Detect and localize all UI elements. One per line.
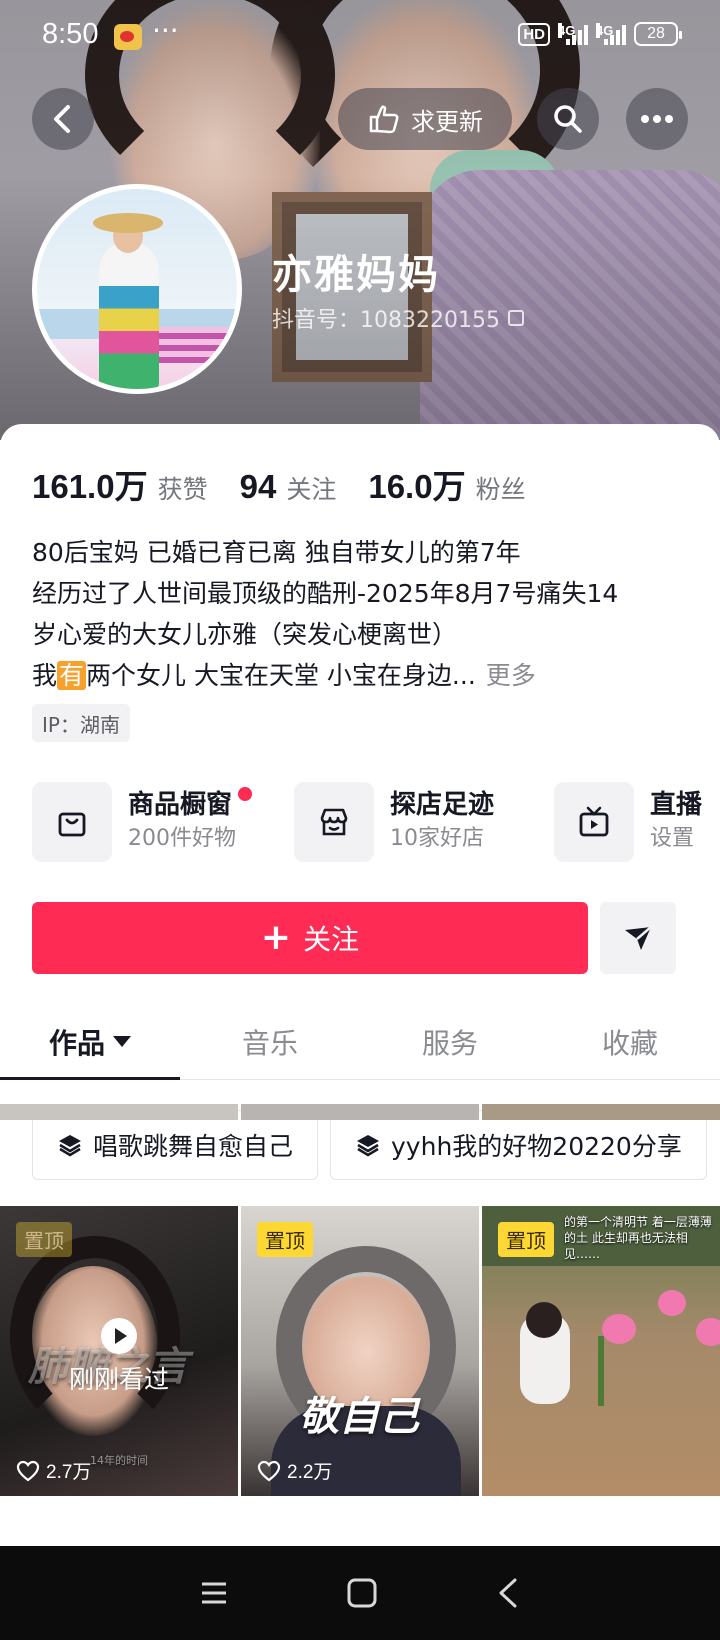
shop-window-title: 商品橱窗 (128, 790, 233, 820)
ip-location-badge: IP：湖南 (32, 704, 130, 742)
signal-icon-2: 4G (596, 23, 626, 45)
hd-icon: HD (518, 22, 550, 46)
tab-favorites[interactable]: 收藏 (540, 1004, 720, 1079)
bio-highlight: 有 (57, 661, 87, 690)
bio-line: 岁心爱的大女儿亦雅（突发心梗离世） (32, 620, 458, 649)
search-button[interactable] (537, 88, 599, 150)
back-button[interactable] (32, 88, 94, 150)
collection-chip[interactable]: 唱歌跳舞自愈自己 (32, 1110, 319, 1180)
hand-point-icon (369, 105, 399, 134)
bio-line: 我有两个女儿 大宝在天堂 小宝在身边... 更多 (32, 661, 536, 690)
video-likes: 2.7万 (16, 1457, 91, 1484)
video-thumbnail[interactable]: 置顶 敬自己 2.2万 (241, 1206, 479, 1496)
shop-window-sub: 200件好物 (128, 826, 236, 851)
battery-icon: 28 (634, 22, 682, 46)
stat-likes[interactable]: 161.0万 获赞 (32, 460, 208, 508)
store-visits-sub: 10家好店 (390, 826, 484, 851)
recently-viewed-overlay: 刚刚看过 (0, 1318, 238, 1396)
back-triangle-icon[interactable] (495, 1577, 521, 1609)
search-icon (554, 105, 582, 133)
video-grid: 肺腑之言 14年的时间 置顶 刚刚看过 2.7万 置顶 敬自己 2.2万 置顶 … (0, 1206, 720, 1526)
content-tabs: 作品 音乐 服务 收藏 (0, 1004, 720, 1080)
play-icon (101, 1318, 137, 1354)
weibo-notification-icon (114, 24, 142, 50)
shopping-bag-icon (32, 782, 112, 862)
video-caption-text: 14年的时间 (90, 1454, 148, 1467)
menu-icon[interactable] (199, 1580, 229, 1606)
tab-music[interactable]: 音乐 (180, 1004, 360, 1079)
signal-icon: 4G (558, 23, 588, 45)
send-icon (625, 926, 652, 950)
request-update-label: 求更新 (411, 107, 483, 136)
profile-card: 161.0万 获赞 94 关注 16.0万 粉丝 80后宝妈 已婚已育已离 独自… (0, 424, 720, 1640)
video-title-text: 敬自己 (299, 1394, 419, 1440)
layers-icon (357, 1135, 380, 1157)
follow-button[interactable]: + 关注 (32, 902, 588, 974)
collection-list: 唱歌跳舞自愈自己 yyhh我的好物20220分享 (32, 1110, 707, 1180)
video-thumbnail[interactable] (241, 1104, 479, 1120)
more-dots-icon (641, 115, 673, 123)
profile-bio[interactable]: 80后宝妈 已婚已育已离 独自带女儿的第7年 经历过了人世间最顶级的酷刑-202… (32, 532, 692, 696)
bio-more-link[interactable]: 更多 (486, 661, 536, 690)
live-title: 直播 (650, 790, 703, 820)
follow-label: 关注 (303, 923, 360, 956)
avatar[interactable] (32, 184, 242, 394)
heart-icon (16, 1460, 40, 1481)
service-entries: 商品橱窗 200件好物 探店足迹 10家好店 直播 设置 (32, 782, 720, 868)
tab-works[interactable]: 作品 (0, 1004, 180, 1080)
request-update-button[interactable]: 求更新 (338, 88, 512, 150)
live-entry[interactable]: 直播 设置 (554, 782, 702, 862)
douyin-id[interactable]: 抖音号：1083220155 (272, 302, 524, 334)
pinned-badge: 置顶 (498, 1222, 554, 1257)
notification-dot (238, 787, 252, 801)
layers-icon (59, 1135, 81, 1157)
stat-following[interactable]: 94 关注 (240, 468, 337, 506)
profile-nickname: 亦雅妈妈 (272, 252, 440, 298)
status-time: 8:50 (42, 18, 99, 50)
video-thumbnail[interactable]: 置顶 的第一个清明节 着一层薄薄的土 此生却再也无法相见…… (482, 1206, 720, 1496)
video-thumbnail[interactable] (482, 1104, 720, 1120)
copy-icon[interactable] (507, 310, 524, 326)
live-sub: 设置 (650, 826, 695, 851)
tv-icon (554, 782, 634, 862)
video-grid-row-2 (0, 1104, 720, 1120)
home-square-icon[interactable] (346, 1577, 378, 1609)
bio-line: 80后宝妈 已婚已育已离 独自带女儿的第7年 (32, 538, 521, 567)
video-thumbnail[interactable]: 肺腑之言 14年的时间 置顶 刚刚看过 2.7万 (0, 1206, 238, 1496)
pinned-badge: 置顶 (16, 1222, 72, 1257)
store-visits-entry[interactable]: 探店足迹 10家好店 (294, 782, 494, 862)
shop-window-entry[interactable]: 商品橱窗 200件好物 (32, 782, 252, 862)
profile-stats: 161.0万 获赞 94 关注 16.0万 粉丝 (32, 460, 526, 508)
send-message-button[interactable] (600, 902, 676, 974)
plus-icon: + (260, 917, 292, 958)
status-more-dots: ··· (152, 14, 179, 47)
store-visits-title: 探店足迹 (390, 790, 495, 820)
store-icon (294, 782, 374, 862)
video-thumbnail[interactable] (0, 1104, 238, 1120)
pinned-badge: 置顶 (257, 1222, 313, 1257)
status-indicators: HD 4G 4G 28 (518, 22, 682, 46)
video-likes: 2.2万 (257, 1457, 332, 1484)
system-navigation-bar (0, 1546, 720, 1640)
video-caption-text: 的第一个清明节 着一层薄薄的土 此生却再也无法相见…… (564, 1215, 712, 1261)
douyin-id-text: 抖音号：1083220155 (272, 308, 500, 333)
collection-chip[interactable]: yyhh我的好物20220分享 (330, 1110, 707, 1180)
caret-down-icon (113, 1036, 131, 1047)
tab-services[interactable]: 服务 (360, 1004, 540, 1079)
bio-line: 经历过了人世间最顶级的酷刑-2025年8月7号痛失14 (32, 579, 619, 608)
stat-followers[interactable]: 16.0万 粉丝 (368, 460, 525, 508)
chevron-left-icon (54, 105, 70, 133)
heart-icon (257, 1460, 281, 1481)
more-options-button[interactable] (626, 88, 688, 150)
